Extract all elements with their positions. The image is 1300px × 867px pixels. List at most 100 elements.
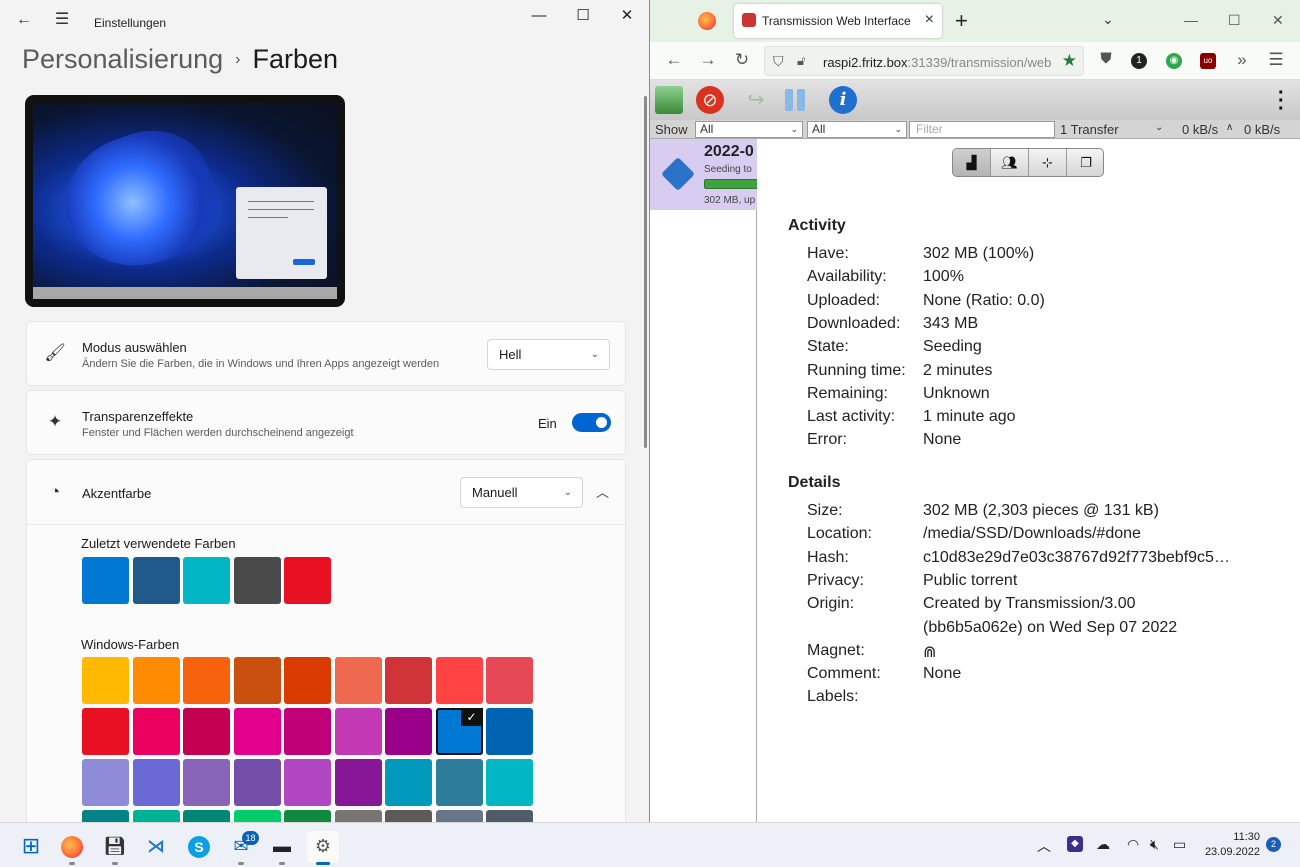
tab-peers-icon[interactable]: 👥︎ [991,149,1029,176]
windows-color-swatch[interactable] [334,759,382,806]
tab-trackers-icon[interactable]: ⊹ [1029,149,1067,176]
windows-color-swatch[interactable] [486,657,533,704]
windows-color-swatch[interactable] [183,810,230,822]
windows-color-swatch[interactable] [334,708,382,755]
torrent-row[interactable]: 2022-0 Seeding to 302 MB, up [650,139,757,210]
windows-color-swatch[interactable] [385,810,432,822]
close-button[interactable]: ✕ [604,5,649,27]
info-icon[interactable]: i [829,86,857,114]
windows-color-swatch[interactable] [486,759,533,806]
minimize-button[interactable]: — [1184,12,1198,28]
address-bar[interactable]: ⛉ 🔓︎ raspi2.fritz.box:31339/transmission… [764,46,1084,76]
windows-color-swatch[interactable] [82,759,129,806]
reload-icon[interactable]: ↻ [730,50,754,70]
minimize-button[interactable]: — [516,5,562,27]
recent-color-swatch[interactable] [183,557,230,604]
resume-arrow-icon[interactable]: ↪ [742,86,770,114]
maximize-button[interactable]: ☐ [1228,12,1241,29]
new-tab-plus-icon[interactable]: + [955,8,968,34]
open-torrent-folder-icon[interactable] [655,86,683,114]
show-hidden-icons-chevron-up-icon[interactable]: ︿ [1037,836,1051,856]
tab-files-icon[interactable]: ❐ [1067,149,1103,176]
firefox-icon[interactable] [56,831,88,865]
windows-color-swatch[interactable] [233,657,281,704]
recent-color-swatch[interactable] [284,557,331,604]
recent-color-swatch[interactable] [132,557,180,604]
back-arrow-icon[interactable]: ← [12,8,36,32]
tab-info-chart-icon[interactable]: ▟ [953,149,991,176]
windows-color-swatch[interactable]: ✓ [435,708,483,755]
windows-color-swatch[interactable] [233,708,281,755]
firefox-tab-icon[interactable] [698,12,716,30]
magnet-icon[interactable]: ⋒ [923,642,936,662]
hamburger-menu-icon[interactable]: ☰ [50,8,74,32]
windows-color-swatch[interactable] [183,708,230,755]
speaker-muted-icon[interactable]: 🔇︎ [1150,836,1159,853]
mail-icon[interactable]: ✉ 18 [225,831,259,865]
windows-color-swatch[interactable] [284,708,331,755]
extension-green-icon[interactable]: ◉ [1166,53,1182,69]
terminal-icon[interactable]: ▬ [266,831,298,865]
more-tools-chevron-icon[interactable]: » [1230,50,1254,70]
wifi-icon[interactable]: ◠ [1127,836,1139,853]
notification-badge[interactable]: 2 [1266,837,1281,852]
windows-color-swatch[interactable] [233,810,281,822]
filter-input[interactable]: Filter [909,121,1055,138]
windows-color-swatch[interactable] [435,657,483,704]
windows-color-swatch[interactable] [334,657,382,704]
pause-icon[interactable] [782,86,810,114]
windows-color-swatch[interactable] [132,810,180,822]
floppy-save-icon[interactable]: 💾︎ [99,831,131,865]
windows-color-swatch[interactable] [183,657,230,704]
windows-color-swatch[interactable] [132,759,180,806]
windows-color-swatch[interactable] [334,810,382,822]
scrollbar[interactable] [644,96,647,448]
windows-color-swatch[interactable] [385,657,432,704]
windows-color-swatch[interactable] [82,810,129,822]
collapse-chevron-up-icon[interactable]: ︿ [596,482,609,501]
app-menu-icon[interactable]: ☰ [1264,50,1288,70]
windows-color-swatch[interactable] [284,657,331,704]
mode-dropdown[interactable]: Hell ⌄ [487,339,610,370]
onedrive-cloud-icon[interactable]: ☁ [1096,836,1110,853]
pocket-icon[interactable]: ⛊ [1094,50,1118,67]
accent-dropdown[interactable]: Manuell ⌄ [460,477,583,508]
windows-color-swatch[interactable] [233,759,281,806]
windows-color-swatch[interactable] [385,708,432,755]
recent-color-swatch[interactable] [82,557,129,604]
recent-color-swatch[interactable] [233,557,281,604]
windows-color-swatch[interactable] [284,759,331,806]
maximize-button[interactable]: ☐ [560,5,606,27]
skype-icon[interactable]: S [183,831,215,863]
windows-color-swatch[interactable] [183,759,230,806]
ublock-origin-icon[interactable]: uo [1200,53,1216,69]
tray-app-icon[interactable]: ◆ [1067,836,1083,852]
insecure-lock-icon[interactable]: 🔓︎ [797,53,805,69]
back-arrow-icon[interactable]: ← [662,50,686,70]
windows-color-swatch[interactable] [435,810,483,822]
start-windows-icon[interactable]: ⊞ [15,831,47,863]
windows-color-swatch[interactable] [82,708,129,755]
battery-icon[interactable]: ▭ [1173,836,1186,853]
list-all-tabs-chevron-icon[interactable]: ⌄ [1102,11,1114,28]
close-tab-icon[interactable]: × [925,11,934,29]
clock[interactable]: 11:30 23.09.2022 [1196,830,1260,860]
windows-color-swatch[interactable] [385,759,432,806]
breadcrumb-parent[interactable]: Personalisierung [22,44,223,74]
windows-color-swatch[interactable] [132,708,180,755]
tab-transmission[interactable]: Transmission Web Interface × [734,4,942,38]
more-options-icon[interactable]: · · · [1278,83,1285,119]
close-button[interactable]: ✕ [1272,12,1284,29]
settings-gear-icon[interactable]: ⚙ [307,831,339,865]
forward-arrow-icon[interactable]: → [696,50,720,70]
transparency-toggle[interactable] [572,413,611,432]
windows-color-swatch[interactable] [284,810,331,822]
windows-color-swatch[interactable] [486,810,533,822]
chevron-down-icon[interactable]: ⌄ [1155,122,1163,133]
state-filter-select[interactable]: All ⌄ [695,121,803,138]
windows-color-swatch[interactable] [486,708,533,755]
windows-color-swatch[interactable] [132,657,180,704]
remove-torrent-icon[interactable]: ⊘ [696,86,724,114]
windows-color-swatch[interactable] [435,759,483,806]
vscode-icon[interactable]: ⋊ [140,831,172,863]
